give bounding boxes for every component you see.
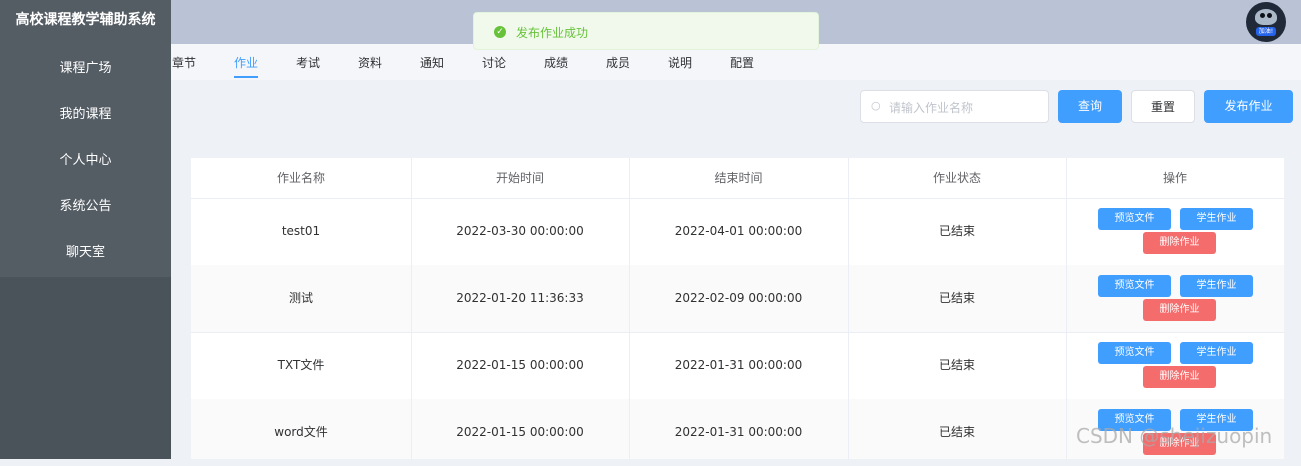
table-row: test01 2022-03-30 00:00:00 2022-04-01 00… — [191, 198, 1284, 266]
homework-name: 测试 — [288, 291, 313, 305]
watermark: CSDN @shejizuopin — [1076, 424, 1273, 448]
column-divider — [1066, 158, 1067, 459]
avatar-eye-icon — [1267, 13, 1272, 18]
homework-status: 已结束 — [938, 224, 975, 238]
delete-homework-button[interactable]: 删除作业 — [1143, 232, 1216, 254]
column-divider — [848, 158, 849, 459]
app-title: 高校课程教学辅助系统 — [0, 0, 171, 44]
sidebar-item-my-courses[interactable]: 我的课程 — [0, 90, 171, 136]
delete-homework-button[interactable]: 删除作业 — [1143, 366, 1216, 388]
tab-description[interactable]: 说明 — [668, 54, 692, 76]
check-circle-icon: ✓ — [494, 26, 506, 38]
start-time: 2022-03-30 00:00:00 — [456, 224, 584, 238]
column-header-end: 结束时间 — [714, 171, 763, 185]
column-header-status: 作业状态 — [932, 171, 981, 185]
avatar-eye-icon — [1260, 13, 1265, 18]
homework-status: 已结束 — [938, 358, 975, 372]
tab-homework[interactable]: 作业 — [234, 54, 259, 78]
student-homework-button[interactable]: 学生作业 — [1180, 208, 1253, 230]
reset-button[interactable]: 重置 — [1131, 90, 1195, 123]
avatar-face-icon — [1255, 9, 1277, 25]
sidebar-item-personal-center[interactable]: 个人中心 — [0, 136, 171, 182]
start-time: 2022-01-15 00:00:00 — [456, 425, 584, 439]
sidebar-lower — [0, 277, 171, 459]
end-time: 2022-04-01 00:00:00 — [674, 224, 803, 238]
student-homework-button[interactable]: 学生作业 — [1180, 342, 1253, 364]
homework-table: 作业名称 开始时间 结束时间 作业状态 操作 test01 2022-03-30… — [191, 158, 1284, 459]
tab-materials[interactable]: 资料 — [358, 54, 382, 76]
end-time: 2022-01-31 00:00:00 — [674, 358, 803, 372]
tab-notices[interactable]: 通知 — [420, 54, 444, 76]
homework-name: test01 — [281, 224, 321, 238]
column-divider — [629, 158, 630, 459]
sidebar-item-course-plaza[interactable]: 课程广场 — [0, 44, 171, 90]
avatar[interactable]: 加油! — [1246, 2, 1286, 42]
search-box: ○ — [860, 90, 1049, 123]
tab-chapters[interactable]: 章节 — [172, 54, 196, 76]
delete-homework-button[interactable]: 删除作业 — [1143, 299, 1216, 321]
column-header-name: 作业名称 — [276, 171, 325, 185]
success-toast: ✓ 发布作业成功 — [473, 12, 819, 50]
sidebar: 高校课程教学辅助系统 课程广场 我的课程 个人中心 系统公告 聊天室 — [0, 0, 171, 459]
sidebar-item-announcements[interactable]: 系统公告 — [0, 182, 171, 228]
search-input[interactable] — [887, 97, 1046, 119]
sidebar-item-chatroom[interactable]: 聊天室 — [0, 228, 171, 274]
student-homework-button[interactable]: 学生作业 — [1180, 275, 1253, 297]
column-header-actions: 操作 — [1162, 171, 1187, 185]
avatar-badge: 加油! — [1256, 27, 1276, 36]
table-row: 测试 2022-01-20 11:36:33 2022-02-09 00:00:… — [191, 265, 1284, 333]
toast-message: 发布作业成功 — [516, 26, 589, 40]
homework-status: 已结束 — [938, 291, 975, 305]
column-header-start: 开始时间 — [495, 171, 544, 185]
tab-members[interactable]: 成员 — [606, 54, 630, 76]
search-icon: ○ — [871, 99, 881, 112]
publish-homework-button[interactable]: 发布作业 — [1204, 90, 1293, 123]
end-time: 2022-02-09 00:00:00 — [674, 291, 803, 305]
column-divider — [411, 158, 412, 459]
start-time: 2022-01-15 00:00:00 — [456, 358, 584, 372]
query-button[interactable]: 查询 — [1058, 90, 1122, 123]
table-header: 作业名称 开始时间 结束时间 作业状态 操作 — [191, 158, 1284, 199]
sidebar-menu: 课程广场 我的课程 个人中心 系统公告 聊天室 — [0, 44, 171, 277]
preview-file-button[interactable]: 预览文件 — [1098, 275, 1171, 297]
start-time: 2022-01-20 11:36:33 — [456, 291, 584, 305]
table-row: TXT文件 2022-01-15 00:00:00 2022-01-31 00:… — [191, 332, 1284, 400]
tab-discussion[interactable]: 讨论 — [482, 54, 506, 76]
homework-name: word文件 — [274, 425, 328, 439]
tab-grades[interactable]: 成绩 — [544, 54, 568, 76]
end-time: 2022-01-31 00:00:00 — [674, 425, 803, 439]
preview-file-button[interactable]: 预览文件 — [1098, 208, 1171, 230]
homework-status: 已结束 — [938, 425, 975, 439]
tab-exams[interactable]: 考试 — [296, 54, 320, 76]
tab-config[interactable]: 配置 — [730, 54, 754, 76]
homework-name: TXT文件 — [277, 358, 325, 372]
preview-file-button[interactable]: 预览文件 — [1098, 342, 1171, 364]
